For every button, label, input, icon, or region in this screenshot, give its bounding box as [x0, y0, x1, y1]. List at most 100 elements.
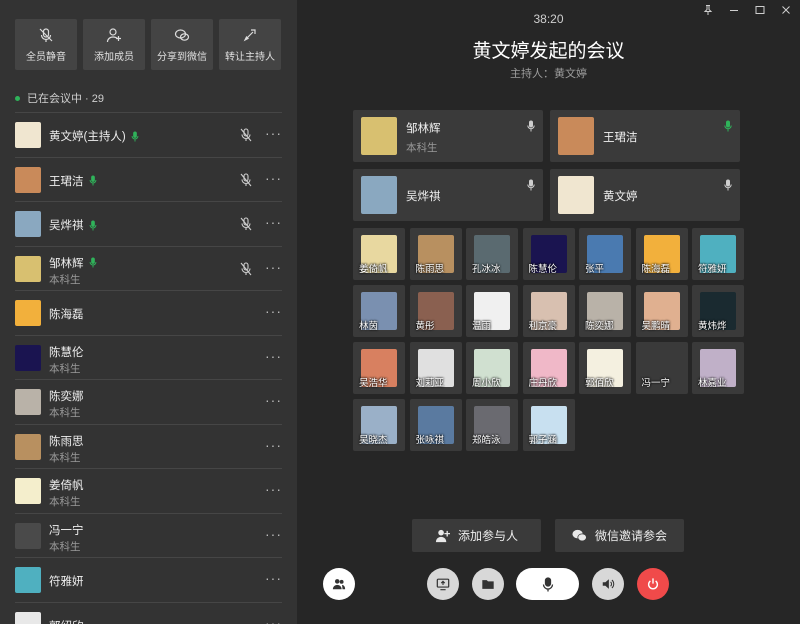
- participant-name: 孔冰冰: [472, 264, 501, 275]
- participant-tile[interactable]: 周小欣: [466, 342, 518, 394]
- avatar: [15, 300, 41, 326]
- participant-name: 吴晓杰: [359, 435, 388, 446]
- more-options-button[interactable]: ···: [265, 526, 282, 542]
- featured-name: 吴烨祺: [406, 191, 441, 203]
- participant-tile[interactable]: 陈奕娜: [579, 285, 631, 337]
- participant-name: 张咏祺: [415, 435, 445, 446]
- transfer-host-button[interactable]: 转让主持人: [219, 19, 281, 70]
- participant-name: 刘莉亚: [415, 378, 445, 389]
- member-name: 邹林辉: [49, 255, 97, 271]
- participant-tile[interactable]: 利京豪: [522, 285, 575, 337]
- participant-tile[interactable]: 郑皓泳: [466, 399, 518, 451]
- member-row[interactable]: 姜倚帆本科生 ···: [15, 468, 282, 513]
- participant-tile[interactable]: 温雨: [466, 285, 518, 337]
- featured-name: 黄文婷: [603, 191, 638, 203]
- participant-tile[interactable]: 陈雨思: [409, 228, 462, 280]
- participants-toggle-button[interactable]: [323, 568, 355, 600]
- member-name: 黄文婷(主持人): [49, 128, 139, 144]
- member-name-text: 陈慧伦: [49, 346, 84, 359]
- member-name-text: 姜倚帆: [49, 480, 84, 492]
- mic-muted-icon[interactable]: [240, 172, 252, 187]
- more-options-button[interactable]: ···: [265, 437, 282, 453]
- wechat-invite-button[interactable]: 微信邀请参会: [555, 519, 684, 552]
- participant-tile[interactable]: 林嘉业: [692, 342, 744, 394]
- meeting-title: 黄文婷发起的会议: [472, 41, 625, 62]
- microphone-button[interactable]: [516, 568, 579, 600]
- participant-name: 陈奕娜: [585, 321, 614, 332]
- participant-tile[interactable]: 黄彤: [409, 285, 462, 337]
- participant-name: 吴浩华: [359, 378, 388, 389]
- member-name-text: 陈奕娜: [49, 391, 84, 403]
- mic-muted-icon[interactable]: [240, 217, 252, 231]
- mute-all-button[interactable]: 全员静音: [15, 19, 77, 70]
- participant-tile[interactable]: 姜倚帆: [353, 228, 405, 280]
- member-row[interactable]: 吴烨祺 ···: [15, 201, 282, 246]
- featured-tile[interactable]: 黄文婷: [550, 169, 740, 221]
- member-name: 符雅妍: [49, 573, 84, 589]
- more-options-button[interactable]: ···: [265, 392, 282, 408]
- add-participant-button[interactable]: 添加参与人: [412, 519, 541, 552]
- participant-tile[interactable]: 吴浩华: [353, 342, 405, 394]
- member-row[interactable]: 陈雨思 本科生 ···: [15, 423, 282, 469]
- avatar: [15, 567, 41, 593]
- end-call-button[interactable]: [637, 568, 669, 600]
- share-wechat-button[interactable]: 分享到微信: [151, 19, 213, 70]
- participant-name: 周小欣: [472, 378, 501, 389]
- mic-muted-icon[interactable]: [240, 128, 252, 142]
- more-options-button[interactable]: ···: [265, 303, 282, 319]
- participant-tile[interactable]: 黄炜烨: [692, 285, 744, 337]
- member-role: 本科生: [49, 496, 81, 508]
- member-row[interactable]: 冯一宁 本科生 ···: [15, 512, 282, 558]
- screen-share-button[interactable]: [427, 568, 459, 600]
- member-row[interactable]: 郭绍欣 ···: [15, 601, 282, 624]
- add-member-button[interactable]: 添加成员: [83, 19, 145, 70]
- member-row[interactable]: 陈海磊 ···: [15, 290, 282, 335]
- more-options-button[interactable]: ···: [265, 348, 282, 364]
- featured-tile[interactable]: 王珺洁: [550, 110, 740, 162]
- participant-tile[interactable]: 陈海磊: [635, 228, 688, 280]
- participant-tile[interactable]: 林茵: [353, 285, 405, 337]
- participant-tile[interactable]: 郭子涵: [522, 399, 575, 451]
- add-user-icon: [106, 27, 121, 42]
- more-options-button[interactable]: ···: [265, 259, 282, 275]
- more-options-button[interactable]: ···: [265, 214, 282, 230]
- participant-tile[interactable]: 符雅妍: [692, 228, 744, 280]
- featured-tile[interactable]: 吴烨祺: [353, 169, 543, 221]
- more-options-button[interactable]: ···: [265, 125, 282, 141]
- member-row[interactable]: 符雅妍 ···: [15, 557, 282, 602]
- meeting-stage: 38:20 黄文婷发起的会议 主持人：黄文婷 邹林辉 本科生 王珺洁 吴烨祺 黄文婷 姜…: [297, 0, 800, 624]
- avatar: [15, 344, 41, 371]
- participant-tile[interactable]: 孔冰冰: [466, 228, 518, 280]
- more-options-button[interactable]: ···: [265, 570, 282, 586]
- participant-tile[interactable]: 冯一宁: [635, 342, 688, 394]
- more-options-button[interactable]: ···: [265, 615, 282, 624]
- speaker-button[interactable]: [592, 568, 624, 600]
- participant-tile[interactable]: 庄丹欣: [522, 342, 575, 394]
- participant-tile[interactable]: 刘莉亚: [409, 342, 462, 394]
- member-row[interactable]: 陈慧伦 本科生 ···: [15, 334, 282, 380]
- mic-muted-icon[interactable]: [240, 261, 252, 276]
- member-name: 姜倚帆: [49, 477, 84, 493]
- participant-tile[interactable]: 张平: [579, 228, 631, 280]
- file-share-button[interactable]: [472, 568, 504, 600]
- member-row[interactable]: 王珺洁 ···: [15, 156, 282, 202]
- microphone-icon: [527, 120, 535, 132]
- participant-tile[interactable]: 郭佰欣: [579, 342, 631, 394]
- more-options-button[interactable]: ···: [265, 481, 282, 497]
- participant-tile[interactable]: 吴鹏晴: [635, 285, 688, 337]
- folder-icon: [482, 580, 494, 589]
- participant-name: 吴鹏晴: [641, 321, 671, 332]
- participant-name: 温雨: [472, 321, 492, 332]
- member-row[interactable]: 邹林辉 本科生 ···: [15, 245, 282, 291]
- member-row[interactable]: 陈奕娜 本科生 ···: [15, 379, 282, 424]
- participant-name: 郑皓泳: [472, 435, 501, 446]
- participant-tile[interactable]: 陈慧伦: [522, 228, 575, 280]
- member-row[interactable]: 黄文婷(主持人) ···: [15, 112, 282, 157]
- participant-tile[interactable]: 张咏祺: [409, 399, 462, 451]
- avatar: [15, 522, 41, 549]
- speaking-icon: [89, 175, 96, 186]
- member-name: 王珺洁: [49, 173, 97, 189]
- featured-tile[interactable]: 邹林辉 本科生: [353, 110, 543, 162]
- more-options-button[interactable]: ···: [265, 170, 282, 186]
- participant-tile[interactable]: 吴晓杰: [353, 399, 405, 451]
